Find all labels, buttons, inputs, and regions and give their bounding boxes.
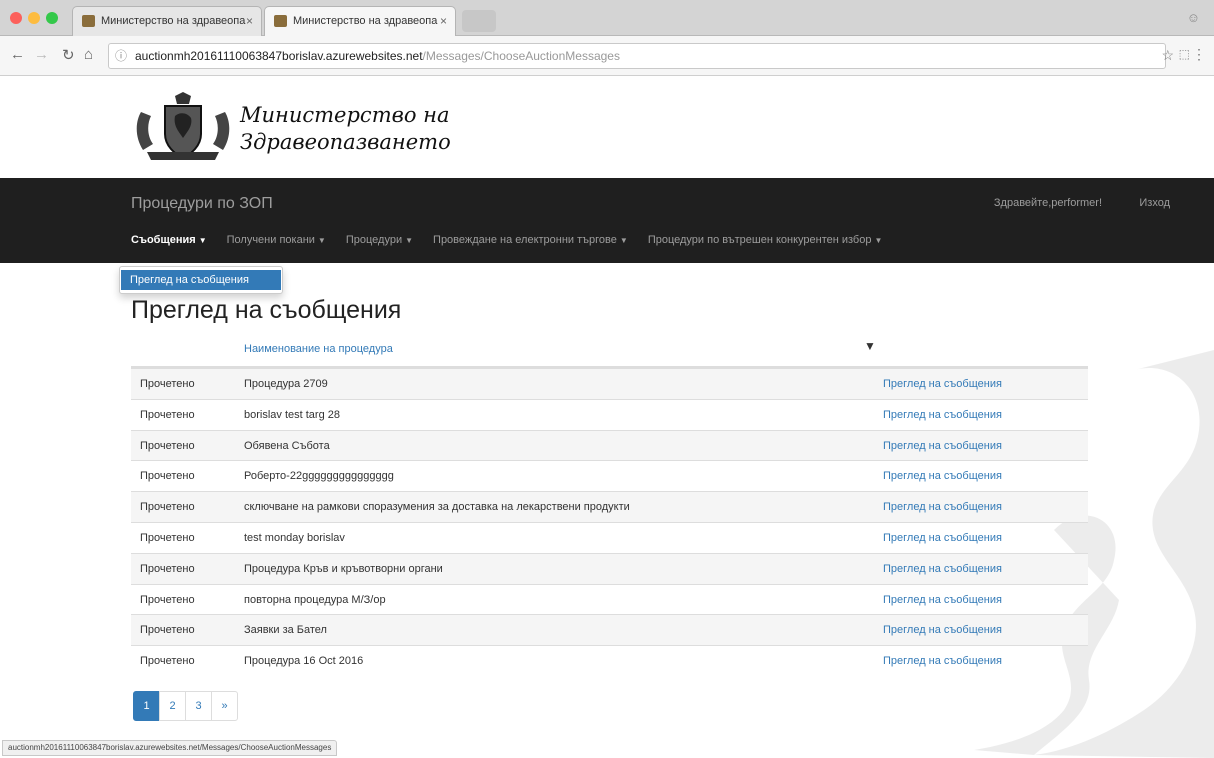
minimize-window-button[interactable] bbox=[28, 12, 40, 24]
row-procedure-name: Заявки за Бател bbox=[244, 624, 327, 637]
browser-tab[interactable]: Министерство на здравеопа × bbox=[72, 6, 262, 36]
row-status: Прочетено bbox=[140, 562, 195, 575]
row-status: Прочетено bbox=[140, 593, 195, 606]
table-row: Прочетено test monday borislav Преглед на … bbox=[131, 521, 1088, 553]
row-procedure-name: сключване на рамкови споразумения за дос… bbox=[244, 501, 630, 514]
navbar-brand[interactable]: Процедури по ЗОП bbox=[131, 195, 273, 213]
coat-of-arms-logo bbox=[136, 92, 230, 160]
row-view-messages-link[interactable]: Преглед на съобщения bbox=[883, 501, 1002, 513]
caret-down-icon: ▼ bbox=[405, 236, 414, 245]
browser-menu-icon[interactable]: ⋮ bbox=[1192, 46, 1206, 63]
row-procedure-name: повторна процедура М/З/ор bbox=[244, 593, 386, 606]
next-page-button[interactable]: » bbox=[211, 691, 238, 721]
forward-icon[interactable]: → bbox=[34, 46, 49, 63]
table-row: Прочетено Процедура 16 Oct 2016 Преглед на… bbox=[131, 645, 1088, 676]
info-icon[interactable]: ⓘ bbox=[115, 44, 127, 68]
table-row: Прочетено Заявки за Бател Преглед на съобщ… bbox=[131, 614, 1088, 646]
row-view-messages-link[interactable]: Преглед на съобщения bbox=[883, 594, 1002, 606]
home-icon[interactable]: ⌂ bbox=[84, 46, 93, 63]
maximize-window-button[interactable] bbox=[46, 12, 58, 24]
caret-down-icon: ▼ bbox=[198, 236, 207, 245]
user-profile-icon[interactable]: ☺ bbox=[1187, 10, 1200, 25]
reload-icon[interactable]: ↻ bbox=[62, 46, 75, 64]
filter-icon[interactable]: ▼ bbox=[864, 339, 876, 353]
table-header: Наименование на процедура ▼ bbox=[131, 332, 1088, 368]
caret-down-icon: ▼ bbox=[619, 236, 628, 245]
row-status: Прочетено bbox=[140, 439, 195, 452]
row-status: Прочетено bbox=[140, 531, 195, 544]
logout-link[interactable]: Изход bbox=[1139, 197, 1170, 209]
logo-line-2: Здравеопазването bbox=[240, 130, 451, 154]
row-status: Прочетено bbox=[140, 408, 195, 421]
url-host: auctionmh20161110063847borislav.azureweb… bbox=[135, 49, 423, 63]
url-path: /Messages/ChooseAuctionMessages bbox=[422, 49, 620, 63]
pagination: 1 2 3 » bbox=[133, 691, 238, 721]
row-view-messages-link[interactable]: Преглед на съобщения bbox=[883, 532, 1002, 544]
menu-item-electronic-auctions[interactable]: Провеждане на електронни търгове ▼ bbox=[433, 234, 628, 252]
table-body: Прочетено Процедура 2709 Преглед на съобще… bbox=[131, 368, 1088, 676]
favicon-icon bbox=[274, 15, 287, 27]
table-row: Прочетено Процедура 2709 Преглед на съобще… bbox=[131, 368, 1088, 399]
row-procedure-name: Обявена Събота bbox=[244, 439, 330, 452]
back-icon[interactable]: ← bbox=[10, 46, 25, 63]
new-tab-button[interactable] bbox=[462, 10, 496, 32]
logo-text: Министерство на Здравеопазването bbox=[240, 102, 451, 156]
row-view-messages-link[interactable]: Преглед на съобщения bbox=[883, 563, 1002, 575]
page-3-button[interactable]: 3 bbox=[185, 691, 212, 721]
menu-item-internal-competitive-selection[interactable]: Процедури по вътрешен конкурентен избор ▼ bbox=[648, 234, 883, 252]
tab-title: Министерство на здравеопа bbox=[293, 15, 438, 27]
sort-procedure-name-link[interactable]: Наименование на процедура bbox=[244, 343, 393, 355]
user-greeting-link[interactable]: Здравейте,performer! bbox=[994, 197, 1102, 209]
row-view-messages-link[interactable]: Преглед на съобщения bbox=[883, 470, 1002, 482]
browser-status-bar: auctionmh20161110063847borislav.azureweb… bbox=[2, 740, 338, 756]
messages-dropdown: Преглед на съобщения bbox=[119, 266, 283, 294]
menu-item-received-invitations[interactable]: Получени покани ▼ bbox=[227, 234, 326, 252]
row-procedure-name: Процедура 16 Oct 2016 bbox=[244, 655, 364, 668]
caret-down-icon: ▼ bbox=[317, 236, 326, 245]
row-status: Прочетено bbox=[140, 470, 195, 483]
row-procedure-name: Роберто-22ggggggggggggggg bbox=[244, 470, 394, 483]
dropdown-item-view-messages[interactable]: Преглед на съобщения bbox=[121, 270, 281, 290]
caret-down-icon: ▼ bbox=[874, 236, 883, 245]
tab-close-icon[interactable]: × bbox=[440, 7, 447, 35]
table-row: Прочетено повторна процедура М/З/ор Прегле… bbox=[131, 583, 1088, 615]
logo-line-1: Министерство на bbox=[240, 103, 450, 127]
tab-close-icon[interactable]: × bbox=[246, 7, 253, 35]
messages-table: Наименование на процедура ▼ Прочетено Про… bbox=[131, 332, 1088, 676]
extension-icon[interactable]: ⬚ bbox=[1179, 47, 1190, 61]
row-procedure-name: Процедура 2709 bbox=[244, 378, 328, 390]
table-row: Прочетено Роберто-22ggggggggggggggg Прегле… bbox=[131, 460, 1088, 491]
row-procedure-name: test monday borislav bbox=[244, 531, 345, 544]
row-procedure-name: borislav test targ 28 bbox=[244, 408, 340, 421]
close-window-button[interactable] bbox=[10, 12, 22, 24]
table-row: Прочетено Обявена Събота Преглед на съобще… bbox=[131, 429, 1088, 461]
navbar-menu: Съобщения ▼ Получени покани ▼ Процедури ▼ П… bbox=[131, 234, 882, 252]
browser-toolbar: ← → ↻ ⌂ ⓘ auctionmh20161110063847borisla… bbox=[0, 36, 1214, 76]
row-status: Прочетено bbox=[140, 378, 195, 390]
page-title: Преглед на съобщения bbox=[131, 296, 402, 324]
bookmark-star-icon[interactable]: ☆ bbox=[1161, 47, 1174, 64]
row-view-messages-link[interactable]: Преглед на съобщения bbox=[883, 655, 1002, 667]
browser-tab-bar: Министерство на здравеопа × Министерство… bbox=[0, 0, 1214, 36]
row-view-messages-link[interactable]: Преглед на съобщения bbox=[883, 409, 1002, 421]
address-bar[interactable]: ⓘ auctionmh20161110063847borislav.azurew… bbox=[108, 43, 1166, 69]
menu-item-messages[interactable]: Съобщения ▼ bbox=[131, 234, 207, 252]
row-view-messages-link[interactable]: Преглед на съобщения bbox=[883, 624, 1002, 636]
row-status: Прочетено bbox=[140, 624, 195, 637]
row-status: Прочетено bbox=[140, 655, 195, 668]
page-2-button[interactable]: 2 bbox=[159, 691, 186, 721]
row-view-messages-link[interactable]: Преглед на съобщения bbox=[883, 378, 1002, 390]
favicon-icon bbox=[82, 15, 95, 27]
table-row: Прочетено borislav test targ 28 Преглед на… bbox=[131, 398, 1088, 430]
browser-tab-active[interactable]: Министерство на здравеопа × bbox=[264, 6, 456, 36]
tab-title: Министерство на здравеопа bbox=[101, 15, 246, 27]
table-row: Прочетено Процедура Кръв и кръвотворни ор… bbox=[131, 552, 1088, 584]
menu-item-procedures[interactable]: Процедури ▼ bbox=[346, 234, 413, 252]
main-navbar: Процедури по ЗОП Здравейте,performer! Из… bbox=[0, 178, 1214, 263]
table-row: Прочетено сключване на рамкови споразумен… bbox=[131, 491, 1088, 522]
row-procedure-name: Процедура Кръв и кръвотворни органи bbox=[244, 562, 443, 575]
page-1-button[interactable]: 1 bbox=[133, 691, 160, 721]
row-status: Прочетено bbox=[140, 501, 195, 514]
row-view-messages-link[interactable]: Преглед на съобщения bbox=[883, 440, 1002, 452]
